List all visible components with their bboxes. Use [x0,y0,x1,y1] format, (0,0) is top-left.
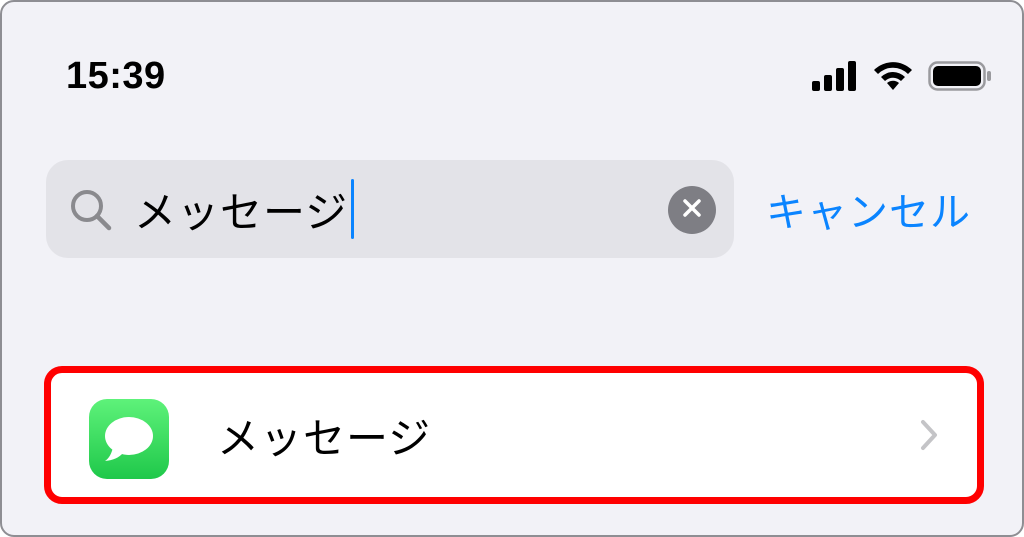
messages-app-icon [89,399,169,479]
status-icons [812,60,992,92]
search-icon [68,187,114,233]
search-field[interactable]: メッセージ [46,160,734,258]
clear-button[interactable] [668,186,716,234]
search-result-label: メッセージ [217,413,432,463]
screen: 15:39 メッセージ キャンセル メッセージ [0,0,1024,537]
wifi-icon [872,61,914,91]
chevron-right-icon [917,417,941,453]
cancel-button[interactable]: キャンセル [766,160,971,258]
battery-icon [928,61,992,91]
status-time: 15:39 [66,55,166,97]
text-caret [351,179,355,239]
search-result-messages[interactable]: メッセージ [51,373,977,497]
cellular-signal-icon [812,61,858,91]
search-input[interactable]: メッセージ [134,160,355,258]
search-input-text: メッセージ [134,187,349,237]
clear-icon [681,197,703,223]
result-highlight-frame: メッセージ [44,366,984,504]
